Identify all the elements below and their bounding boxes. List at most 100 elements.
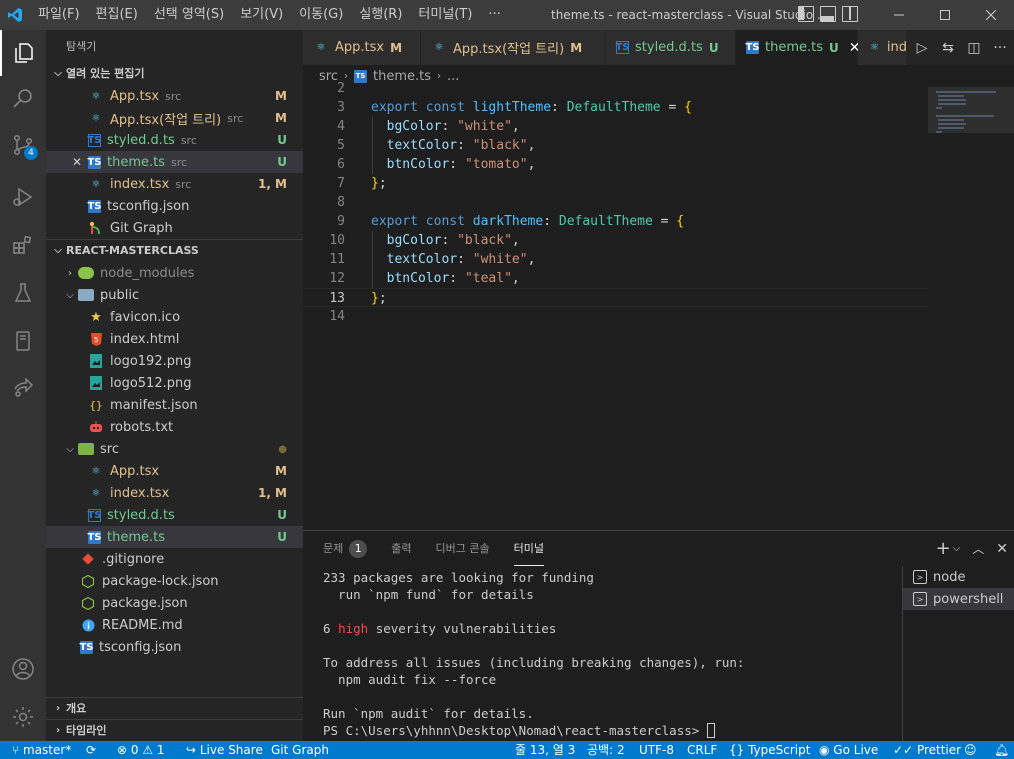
open-editor-styled-d-ts[interactable]: TS styled.d.ts src U <box>46 129 303 151</box>
compare-changes-icon[interactable]: ⇆ <box>940 40 956 56</box>
react-file-icon: ⚛ <box>91 90 101 102</box>
language-mode[interactable]: {} TypeScript <box>729 741 810 759</box>
toggle-secondary-sidebar-icon[interactable] <box>842 6 858 22</box>
folder-node-modules[interactable]: › node_modules <box>46 262 303 284</box>
folder-src[interactable]: ⌵ src ● <box>46 438 303 460</box>
file-logo192[interactable]: logo192.png <box>46 350 303 372</box>
ts-file-icon: TS <box>745 41 760 54</box>
menu-more[interactable]: ··· <box>480 0 508 30</box>
open-editor-app-tsx-worktree[interactable]: ⚛ App.tsx(작업 트리) src M <box>46 107 303 129</box>
feedback-icon[interactable]: ☺ <box>964 741 977 759</box>
explorer-title: 탐색기 <box>66 40 97 53</box>
indentation[interactable]: 공백: 2 <box>587 741 625 759</box>
terminal-output[interactable]: 233 packages are looking for funding run… <box>323 569 903 741</box>
go-live-button[interactable]: ◉ Go Live <box>819 741 878 759</box>
minimize-button[interactable] <box>876 0 922 30</box>
file-package-json[interactable]: package.json <box>46 592 303 614</box>
file-gitignore[interactable]: .gitignore <box>46 548 303 570</box>
encoding[interactable]: UTF-8 <box>639 741 674 759</box>
cursor-position[interactable]: 줄 13, 열 3 <box>515 741 575 759</box>
run-debug-icon[interactable] <box>0 174 46 220</box>
tab-app-tsx-worktree[interactable]: ⚛ App.tsx(작업 트리) M <box>421 30 606 65</box>
file-theme-ts[interactable]: TS theme.ts U <box>46 526 303 548</box>
timeline-header[interactable]: › 타임라인 <box>46 719 303 741</box>
tab-theme-ts[interactable]: TS theme.ts U ✕ <box>736 30 860 65</box>
open-editor-theme-ts[interactable]: ✕ TS theme.ts src U <box>46 151 303 173</box>
tab-debug-console[interactable]: 디버그 콘솔 <box>436 531 490 566</box>
source-control-icon[interactable]: 4 <box>0 122 46 168</box>
problems-indicator[interactable]: ⊗ 0 ⚠ 1 <box>117 741 165 759</box>
file-logo512[interactable]: logo512.png <box>46 372 303 394</box>
accounts-icon[interactable] <box>0 646 46 692</box>
extensions-icon[interactable] <box>0 222 46 268</box>
file-package-lock[interactable]: package-lock.json <box>46 570 303 592</box>
code-line-current: 13}; <box>303 288 928 307</box>
menu-view[interactable]: 보기(V) <box>232 0 291 30</box>
remote-explorer-icon[interactable] <box>0 318 46 364</box>
open-editor-git-graph[interactable]: Git Graph <box>46 217 303 239</box>
testing-flask-icon[interactable] <box>0 270 46 316</box>
explorer-icon[interactable] <box>0 30 46 76</box>
split-editor-icon[interactable]: ◫ <box>966 40 982 56</box>
file-index-html[interactable]: 5 index.html <box>46 328 303 350</box>
new-terminal-icon[interactable]: + <box>936 538 951 559</box>
html-file-icon: 5 <box>88 331 104 347</box>
tab-output[interactable]: 출력 <box>391 531 411 566</box>
run-icon[interactable]: ▷ <box>914 40 930 56</box>
file-readme[interactable]: README.md <box>46 614 303 636</box>
line-ending[interactable]: CRLF <box>687 741 717 759</box>
chevron-down-icon[interactable]: ⌵ <box>953 543 961 554</box>
folder-public[interactable]: ⌵ public <box>46 284 303 306</box>
git-status: U <box>277 155 287 169</box>
git-graph-button[interactable]: Git Graph <box>271 741 329 759</box>
menu-edit[interactable]: 편집(E) <box>88 0 146 30</box>
menu-go[interactable]: 이동(G) <box>291 0 351 30</box>
chevron-right-icon: › <box>55 702 61 714</box>
open-editors-header[interactable]: ⌵ 열려 있는 편집기 <box>46 63 303 85</box>
open-editor-tsconfig[interactable]: TS tsconfig.json <box>46 195 303 217</box>
terminal-node[interactable]: > node <box>903 566 1014 588</box>
code-line: 4 bgColor: "white", <box>337 119 520 134</box>
tab-styled-d-ts[interactable]: TS styled.d.ts U <box>606 30 736 65</box>
minimap[interactable] <box>928 87 1014 530</box>
close-window-button[interactable] <box>968 0 1014 30</box>
toggle-sidebar-icon[interactable] <box>798 6 814 22</box>
branch-indicator[interactable]: ⑂ master* <box>12 741 71 759</box>
menu-selection[interactable]: 선택 영역(S) <box>146 0 232 30</box>
code-editor[interactable]: 2 3 export const lightTheme: DefaultTheme… <box>303 81 1014 530</box>
menu-terminal[interactable]: 터미널(T) <box>410 0 480 30</box>
terminal-powershell[interactable]: > powershell <box>903 588 1014 610</box>
file-styled-d-ts[interactable]: TS styled.d.ts U <box>46 504 303 526</box>
file-app-tsx[interactable]: ⚛ App.tsx M <box>46 460 303 482</box>
live-share-button[interactable]: ↪ Live Share <box>186 741 263 759</box>
maximize-panel-icon[interactable]: ︿ <box>972 540 984 557</box>
file-robots[interactable]: robots.txt <box>46 416 303 438</box>
project-header[interactable]: ⌵ REACT-MASTERCLASS <box>46 240 303 262</box>
maximize-button[interactable] <box>922 0 968 30</box>
tab-app-tsx[interactable]: ⚛ App.tsx M <box>303 30 421 65</box>
file-tsconfig[interactable]: TS tsconfig.json <box>46 636 303 658</box>
search-icon[interactable] <box>0 76 46 122</box>
close-editor-icon[interactable]: ✕ <box>72 155 82 169</box>
prettier-button[interactable]: ✓✓ Prettier <box>893 741 961 759</box>
more-actions-icon[interactable]: ··· <box>992 40 1008 56</box>
manage-gear-icon[interactable] <box>0 694 46 740</box>
file-index-tsx[interactable]: ⚛ index.tsx 1, M <box>46 482 303 504</box>
open-editor-index-tsx[interactable]: ⚛ index.tsx src 1, M <box>46 173 303 195</box>
outline-header[interactable]: › 개요 <box>46 697 303 719</box>
tab-problems[interactable]: 문제 1 <box>323 531 368 566</box>
tab-terminal[interactable]: 터미널 <box>513 531 544 566</box>
file-favicon[interactable]: ★ favicon.ico <box>46 306 303 328</box>
file-manifest[interactable]: {} manifest.json <box>46 394 303 416</box>
toggle-panel-icon[interactable] <box>820 6 836 22</box>
braces-icon: {} <box>729 743 749 757</box>
live-share-icon[interactable] <box>0 364 46 410</box>
menu-run[interactable]: 실행(R) <box>351 0 410 30</box>
chevron-right-icon: › <box>55 724 61 736</box>
open-editor-app-tsx[interactable]: ⚛ App.tsx src M <box>46 85 303 107</box>
notifications-bell-icon[interactable]: 🔔︎ <box>994 741 1009 759</box>
close-panel-icon[interactable]: ✕ <box>996 541 1008 557</box>
menu-file[interactable]: 파일(F) <box>30 0 88 30</box>
sync-icon[interactable]: ⟳ <box>86 741 96 759</box>
